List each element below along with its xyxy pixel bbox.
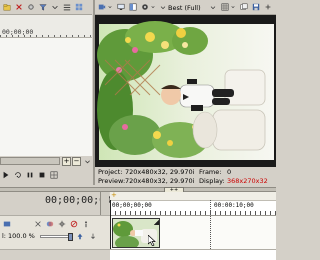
clip-fade-handle[interactable] (153, 219, 159, 225)
view-thumbnail-icon[interactable] (74, 2, 84, 12)
ruler-label-start: 00;00;00;00 (112, 202, 152, 209)
split-screen-icon[interactable] (128, 2, 138, 12)
display-value: 368x270x32 (227, 177, 268, 185)
timeline-marker-bar[interactable]: + (110, 191, 276, 201)
solo-icon[interactable] (81, 219, 91, 229)
left-ruler-ticks (0, 35, 92, 37)
mute-icon[interactable] (69, 219, 79, 229)
track-fx-icon[interactable] (33, 219, 43, 229)
track-level-value: 100.0 % (8, 232, 35, 240)
filter-icon[interactable] (38, 2, 48, 12)
ruler-ticks (110, 211, 276, 215)
preview-label: Preview: (98, 177, 126, 185)
track-list-scrollbar[interactable] (100, 192, 109, 215)
track-header-area: 00;00;00;00 l: 100.0 % (0, 192, 111, 260)
cursor-dotted-line (210, 200, 211, 249)
left-toolbar (0, 0, 92, 15)
motion-icon[interactable] (57, 219, 67, 229)
chevron-down-icon[interactable] (83, 157, 92, 166)
folder-icon[interactable] (2, 2, 12, 12)
project-label: Project: (98, 168, 123, 176)
left-ruler: 00;00;00 (0, 15, 92, 38)
trimmer-transport (0, 168, 92, 182)
video-preview-icon[interactable] (97, 2, 107, 12)
level-slider-thumb[interactable] (68, 233, 73, 241)
overlay-icon[interactable] (140, 2, 150, 12)
explorer-close-icon[interactable] (14, 2, 24, 12)
ruler-label-mid: 00:00:10;00 (214, 202, 254, 209)
timeline-area[interactable]: + 00;00;00;00 00:00:10;00 (110, 191, 276, 260)
marker-flag-icon[interactable]: + (111, 191, 117, 199)
chevron-down-icon[interactable] (107, 2, 113, 12)
video-track-header[interactable]: l: 100.0 % (0, 215, 110, 250)
grid-overlay-icon[interactable] (220, 2, 230, 12)
project-value: 720x480x32, 29.970i (125, 168, 195, 176)
grid-icon[interactable] (49, 170, 59, 180)
collapse-track-icon[interactable] (2, 219, 12, 229)
pause-icon[interactable] (25, 170, 35, 180)
play-icon[interactable] (1, 170, 11, 180)
settings-icon[interactable] (263, 2, 273, 12)
level-slider[interactable] (40, 233, 73, 241)
video-frame-image (97, 21, 274, 160)
stop-icon[interactable] (37, 170, 47, 180)
display-label: Display: (199, 177, 225, 185)
chevron-down-icon[interactable] (230, 2, 236, 12)
preview-value: 720x480x32, 29.970i (125, 177, 195, 185)
zoom-out-icon[interactable]: − (72, 157, 81, 166)
track-level-label: l: (2, 232, 6, 240)
copy-snapshot-icon[interactable] (239, 2, 249, 12)
preview-quality-label: Best (Full) (168, 4, 201, 12)
gear-icon[interactable] (26, 2, 36, 12)
trimmer-panel[interactable] (0, 38, 92, 156)
zoom-in-icon[interactable]: + (62, 157, 71, 166)
trimmer-scrollbar[interactable] (0, 157, 60, 165)
video-track-lane[interactable] (110, 200, 276, 250)
chevron-down-icon[interactable] (150, 2, 156, 12)
view-list-icon[interactable] (62, 2, 72, 12)
cursor-icon (147, 234, 156, 247)
preview-info: Project: 720x480x32, 29.970i Preview: 72… (95, 167, 276, 187)
video-preview-area[interactable] (95, 15, 276, 167)
preview-toolbar: Best (Full) (95, 0, 276, 15)
timeline-ruler[interactable]: 00;00;00;00 00:00:10;00 (110, 201, 276, 216)
loop-icon[interactable] (13, 170, 23, 180)
move-up-icon[interactable] (75, 231, 85, 241)
save-snapshot-icon[interactable] (251, 2, 261, 12)
expand-track-icon[interactable] (88, 231, 98, 241)
chevron-down-icon[interactable] (50, 2, 60, 12)
monitor-icon[interactable] (116, 2, 126, 12)
frame-label: Frame: (199, 168, 222, 176)
playhead-line[interactable] (110, 200, 111, 249)
preview-quality-dropdown[interactable]: Best (Full) (158, 1, 216, 13)
frame-value: 0 (227, 168, 232, 176)
composite-mode-icon[interactable] (45, 219, 55, 229)
